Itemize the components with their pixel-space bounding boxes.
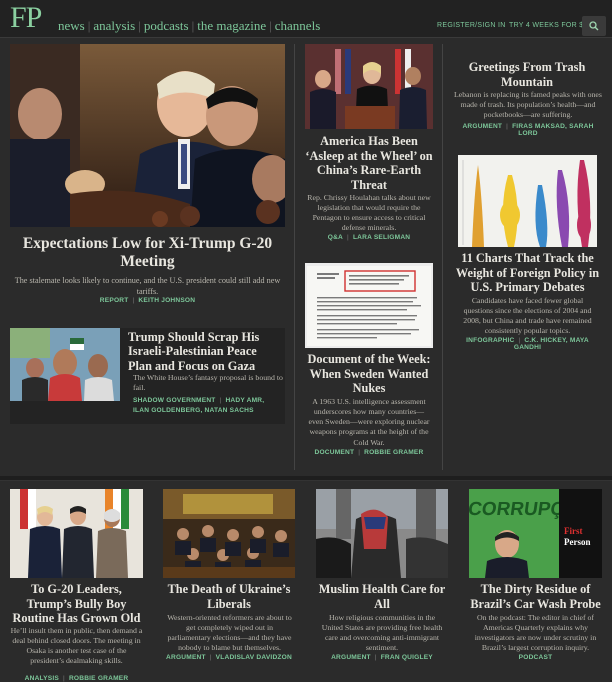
nav-link-news[interactable]: news bbox=[58, 18, 85, 33]
rare-earth-meta: Q&A | LARA SELIGMAN bbox=[327, 234, 411, 241]
muslim-health-care-image[interactable] bbox=[316, 489, 448, 578]
story-type[interactable]: PODCAST bbox=[519, 654, 553, 661]
bottom-story-1-meta: ANALYSIS | ROBBIE GRAMER bbox=[24, 675, 129, 682]
story-type[interactable]: DOCUMENT bbox=[314, 449, 354, 456]
bottom-story-3-dek: How religious communities in the United … bbox=[321, 613, 443, 653]
bottom-story-4-meta: PODCAST bbox=[467, 654, 604, 661]
trial-link[interactable]: TRY 4 WEEKS FOR $1 bbox=[509, 22, 588, 29]
story-type[interactable]: REPORT bbox=[100, 297, 129, 304]
main-story-meta: REPORT | KEITH JOHNSON bbox=[99, 297, 196, 304]
trash-mountain-dek: Lebanon is replacing its famed peaks wit… bbox=[454, 90, 602, 120]
story-author[interactable]: ROBBIE GRAMER bbox=[69, 675, 128, 682]
nav-link-podcasts[interactable]: podcasts bbox=[144, 18, 189, 33]
ukraine-liberals-image[interactable] bbox=[163, 489, 295, 578]
bottom-story-4-title[interactable]: The Dirty Residue of Brazil’s Car Wash P… bbox=[467, 582, 604, 611]
gaza-story-image[interactable] bbox=[10, 328, 120, 401]
search-icon bbox=[589, 21, 599, 31]
main-story-title[interactable]: Expectations Low for Xi-Trump G-20 Meeti… bbox=[10, 235, 285, 272]
trash-mountain-title[interactable]: Greetings From Trash Mountain bbox=[453, 60, 601, 89]
sweden-dek: A 1963 U.S. intelligence assessment unde… bbox=[308, 397, 430, 447]
story-type[interactable]: INFOGRAPHIC bbox=[466, 337, 514, 344]
sweden-meta: DOCUMENT | ROBBIE GRAMER bbox=[314, 449, 424, 456]
g20-leaders-image[interactable] bbox=[10, 489, 143, 578]
bottom-story-2-dek: Western-oriented reformers are about to … bbox=[167, 613, 292, 653]
story-type[interactable]: ANALYSIS bbox=[25, 675, 59, 682]
first-person-text-2: Person bbox=[564, 537, 591, 547]
charts-title[interactable]: 11 Charts That Track the Weight of Forei… bbox=[455, 251, 600, 295]
corruption-sign-text: CORRUPÇ bbox=[469, 499, 566, 520]
story-author[interactable]: FIRAS MAKSAD, SARAH LORD bbox=[512, 123, 593, 137]
nav-link-magazine[interactable]: the magazine bbox=[197, 18, 266, 33]
rare-earth-image[interactable] bbox=[305, 44, 433, 129]
story-type[interactable]: ARGUMENT bbox=[331, 654, 371, 661]
divider bbox=[294, 44, 295, 470]
story-author[interactable]: C.K. HICKEY, MAYA GANDHI bbox=[514, 337, 589, 351]
bottom-story-3-meta: ARGUMENT | FRAN QUIGLEY bbox=[331, 654, 433, 661]
bottom-story-4-dek: On the podcast: The editor in chief of A… bbox=[474, 613, 597, 653]
top-nav: FP news | analysis | podcasts | the magazine | c… bbox=[0, 0, 612, 38]
gaza-story-title[interactable]: Trump Should Scrap His Israeli-Palestini… bbox=[128, 330, 282, 373]
story-type[interactable]: ARGUMENT bbox=[462, 123, 502, 130]
gaza-story-meta: SHADOW GOVERNMENT | HADY AMR, ILAN GOLDENB… bbox=[133, 397, 265, 414]
fp-logo[interactable]: FP bbox=[10, 3, 42, 33]
register-link[interactable]: REGISTER/SIGN IN bbox=[437, 22, 506, 29]
story-type[interactable]: Q&A bbox=[328, 234, 343, 241]
divider bbox=[442, 44, 443, 470]
trash-mountain-meta: ARGUMENT | FIRAS MAKSAD, SARAH LORD bbox=[462, 123, 594, 137]
search-button[interactable] bbox=[582, 16, 606, 36]
first-person-text-1: First bbox=[564, 526, 583, 536]
bottom-story-3-title[interactable]: Muslim Health Care for All bbox=[314, 582, 450, 611]
story-type[interactable]: SHADOW GOVERNMENT bbox=[133, 397, 216, 404]
brazil-car-wash-image[interactable]: CORRUPÇ First Person bbox=[469, 489, 602, 578]
story-author[interactable]: VLADISLAV DAVIDZON bbox=[216, 654, 292, 661]
rare-earth-title[interactable]: America Has Been ‘Asleep at the Wheel’ o… bbox=[301, 134, 437, 192]
charts-meta: INFOGRAPHIC | C.K. HICKEY, MAYA GANDHI bbox=[466, 337, 589, 351]
bottom-story-1-title[interactable]: To G-20 Leaders, Trump’s Bully Boy Routi… bbox=[8, 582, 145, 626]
main-story-image[interactable] bbox=[10, 44, 285, 227]
story-author[interactable]: FRAN QUIGLEY bbox=[381, 654, 433, 661]
sweden-title[interactable]: Document of the Week: When Sweden Wanted… bbox=[301, 352, 437, 396]
story-author[interactable]: ROBBIE GRAMER bbox=[364, 449, 423, 456]
bottom-story-2-meta: ARGUMENT | VLADISLAV DAVIDZON bbox=[166, 654, 292, 661]
gaza-story-dek: The White House’s fantasy proposal is bo… bbox=[133, 373, 283, 393]
bottom-story-1-dek: He’ll insult them in public, then demand… bbox=[10, 626, 143, 666]
charts-dek: Candidates have faced fewer global quest… bbox=[463, 296, 592, 336]
nav-link-analysis[interactable]: analysis bbox=[93, 18, 135, 33]
main-story-dek: The stalemate looks likely to continue, … bbox=[14, 276, 281, 296]
section-divider bbox=[0, 480, 612, 481]
rare-earth-dek: Rep. Chrissy Houlahan talks about new le… bbox=[307, 193, 431, 233]
nav-links: news | analysis | podcasts | the magazine | chan… bbox=[58, 18, 321, 33]
nav-link-channels[interactable]: channels bbox=[275, 18, 320, 33]
story-author[interactable]: LARA SELIGMAN bbox=[353, 234, 410, 241]
story-type[interactable]: ARGUMENT bbox=[166, 654, 206, 661]
bottom-story-2-title[interactable]: The Death of Ukraine’s Liberals bbox=[161, 582, 297, 611]
story-author[interactable]: KEITH JOHNSON bbox=[138, 297, 195, 304]
charts-infographic-image[interactable] bbox=[458, 155, 597, 247]
sweden-document-image[interactable] bbox=[305, 263, 433, 348]
